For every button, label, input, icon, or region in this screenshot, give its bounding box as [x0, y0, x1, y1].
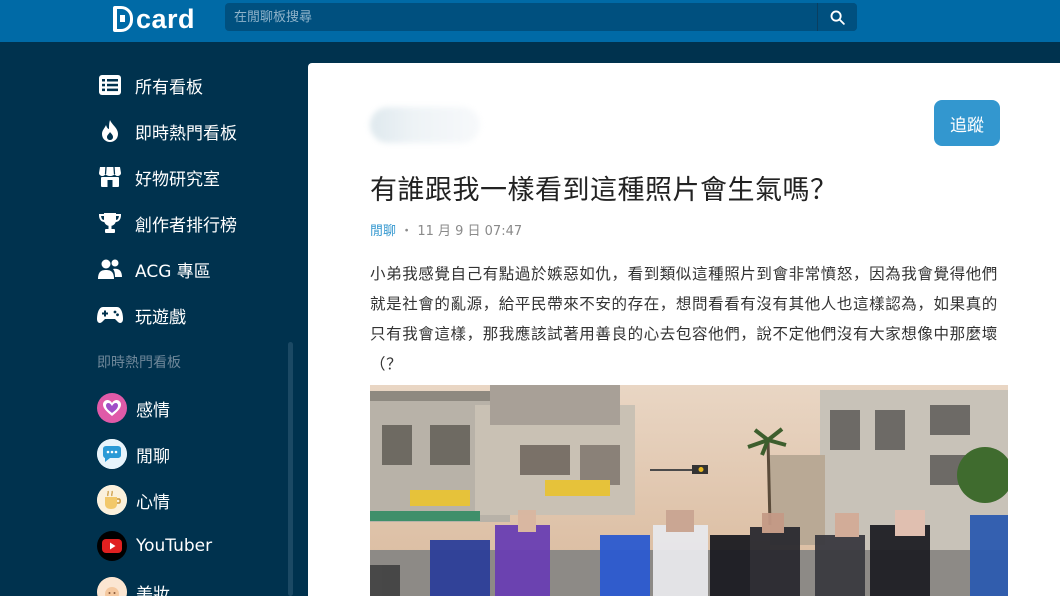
heart-icon	[97, 393, 127, 423]
sidebar-scrollbar[interactable]	[288, 342, 293, 596]
users-icon	[97, 256, 123, 282]
post-card: 追蹤 有誰跟我一樣看到這種照片會生氣嗎？ 閒聊 ・ 11 月 9 日 07:47…	[308, 63, 1060, 596]
sidebar-item-label: 玩遊戲	[135, 307, 186, 328]
post-title: 有誰跟我一樣看到這種照片會生氣嗎？	[370, 175, 838, 206]
post-meta: 閒聊 ・ 11 月 9 日 07:47	[370, 220, 522, 239]
sidebar-item-label: 好物研究室	[135, 169, 220, 190]
search-bar	[225, 3, 857, 31]
sidebar-item-trending-boards[interactable]: 即時熱門看板	[97, 116, 237, 146]
sidebar-board-chitchat[interactable]: 閒聊	[97, 438, 170, 470]
logo-text: card	[136, 3, 196, 34]
store-icon	[97, 164, 123, 190]
post-date: 11 月 9 日 07:47	[417, 224, 523, 239]
sidebar-item-label: 所有看板	[135, 77, 203, 98]
dcard-logo-icon	[113, 6, 133, 32]
section-title-trending: 即時熱門看板	[97, 355, 181, 371]
sidebar: 所有看板 即時熱門看板 好物研究室 創作者排行榜 ACG 專區 玩遊戲 即時熱門…	[0, 42, 300, 596]
sidebar-item-acg[interactable]: ACG 專區	[97, 254, 211, 284]
sidebar-item-goods-lab[interactable]: 好物研究室	[97, 162, 220, 192]
author-avatar-blurred	[370, 107, 480, 143]
coffee-cup-icon	[97, 485, 127, 515]
trophy-icon	[97, 210, 123, 236]
sidebar-item-creator-ranking[interactable]: 創作者排行榜	[97, 208, 237, 238]
sidebar-board-youtuber[interactable]: YouTuber	[97, 530, 212, 562]
sidebar-board-relationship[interactable]: 感情	[97, 392, 170, 424]
search-icon	[830, 10, 845, 25]
sidebar-board-makeup[interactable]: 美妝	[97, 576, 170, 596]
dcard-logo[interactable]: card	[113, 2, 195, 36]
board-label: YouTuber	[136, 536, 213, 556]
post-body: 小弟我感覺自己有點過於嫉惡如仇，看到類似這種照片到會非常憤怒，因為我會覺得他們就…	[370, 265, 998, 373]
sidebar-item-label: 即時熱門看板	[135, 123, 237, 144]
post-board-link[interactable]: 閒聊	[370, 224, 396, 239]
sidebar-item-label: ACG 專區	[135, 261, 211, 282]
sidebar-item-games[interactable]: 玩遊戲	[97, 300, 186, 330]
follow-button[interactable]: 追蹤	[934, 100, 1000, 146]
board-label: 感情	[136, 400, 170, 421]
list-icon	[97, 72, 123, 98]
makeup-icon	[97, 577, 127, 596]
search-input[interactable]	[225, 3, 815, 31]
post-photo[interactable]	[370, 385, 1008, 596]
meta-separator: ・	[400, 224, 414, 239]
board-label: 心情	[136, 492, 170, 513]
gamepad-icon	[97, 302, 123, 328]
search-button[interactable]	[817, 3, 857, 31]
sidebar-board-mood[interactable]: 心情	[97, 484, 170, 516]
board-label: 美妝	[136, 584, 170, 596]
youtube-icon	[97, 531, 127, 561]
chat-bubble-icon	[97, 439, 127, 469]
top-navigation-bar: card	[0, 0, 1060, 42]
fire-icon	[97, 118, 123, 144]
sidebar-item-all-boards[interactable]: 所有看板	[97, 70, 203, 100]
board-label: 閒聊	[136, 446, 170, 467]
sidebar-item-label: 創作者排行榜	[135, 215, 237, 236]
